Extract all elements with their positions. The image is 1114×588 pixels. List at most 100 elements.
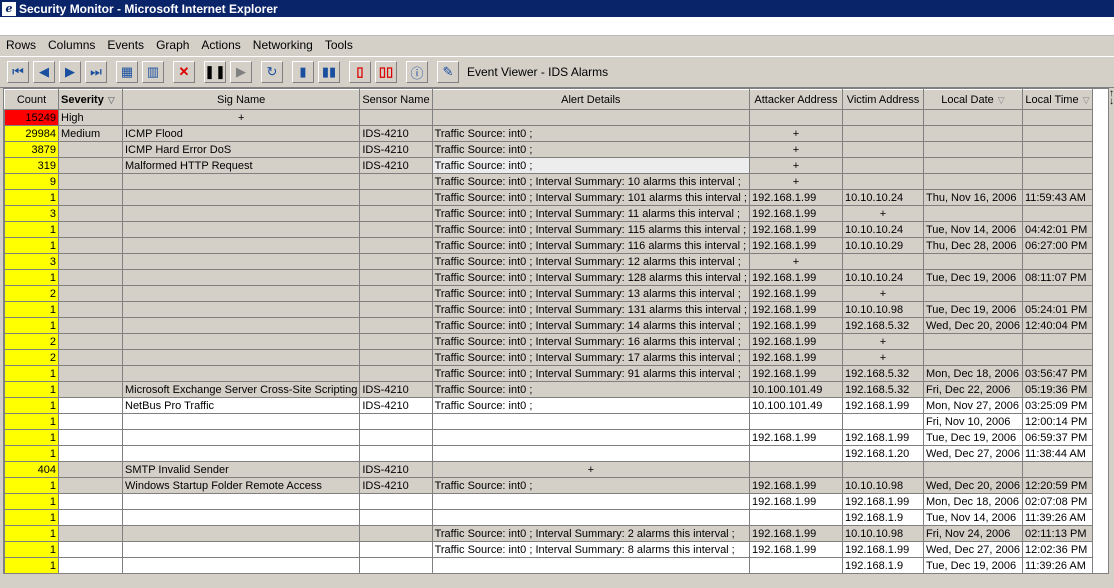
graph-color-button[interactable]: ▯▯ — [375, 61, 397, 83]
table-row[interactable]: 1 Traffic Source: int0 ; Interval Summary… — [4, 525, 1093, 542]
cell-count: 1 — [4, 381, 59, 398]
table-row[interactable]: 1 Windows Startup Folder Remote Access IDS… — [4, 477, 1093, 494]
table-row[interactable]: 1 192.168.1.20 Wed, Dec 27, 2006 11:38:44 A… — [4, 445, 1093, 462]
cell-victim-address — [841, 125, 924, 142]
table-row[interactable]: 3879 ICMP Hard Error DoS IDS-4210 Traffic S… — [4, 141, 1093, 158]
col-local-time[interactable]: Local Time ▽ — [1021, 89, 1093, 110]
cell-severity — [58, 317, 123, 334]
prev-button[interactable]: ◀ — [33, 61, 55, 83]
table-row[interactable]: 1 192.168.1.9 Tue, Dec 19, 2006 11:39:26 AM — [4, 557, 1093, 573]
cell-severity — [58, 493, 123, 510]
col-sensor-name[interactable]: Sensor Name — [359, 89, 433, 110]
play-button[interactable]: ▶ — [230, 61, 252, 83]
cell-local-time: 11:39:26 AM — [1021, 509, 1093, 526]
table-row[interactable]: 1 Fri, Nov 10, 2006 12:00:14 PM — [4, 413, 1093, 430]
pause-icon: ❚❚ — [204, 64, 226, 79]
table-row[interactable]: 1 192.168.1.99 192.168.1.99 Mon, Dec 18, 20… — [4, 493, 1093, 510]
next-button[interactable]: ▶ — [59, 61, 81, 83]
cell-alert-details — [431, 445, 750, 462]
table-row[interactable]: 3 Traffic Source: int0 ; Interval Summary… — [4, 205, 1093, 222]
cell-local-date — [922, 141, 1023, 158]
cell-sig-name — [121, 509, 361, 526]
graph-button[interactable]: ▯ — [349, 61, 371, 83]
col-severity[interactable]: Severity ▽ — [58, 89, 123, 110]
pause-button[interactable]: ❚❚ — [204, 61, 226, 83]
table-row[interactable]: 1 Traffic Source: int0 ; Interval Summary… — [4, 541, 1093, 558]
menu-rows[interactable]: Rows — [0, 38, 42, 52]
edit-button[interactable]: ✎ — [437, 61, 459, 83]
col-alert-details[interactable]: Alert Details — [431, 89, 750, 110]
cell-alert-details: Traffic Source: int0 ; — [431, 141, 750, 158]
menu-actions[interactable]: Actions — [195, 38, 246, 52]
table-row[interactable]: 1 NetBus Pro Traffic IDS-4210 Traffic Sourc… — [4, 397, 1093, 414]
col-victim-address[interactable]: Victim Address — [841, 89, 924, 110]
table-row[interactable]: 29984 Medium ICMP Flood IDS-4210 Traffic Sou… — [4, 125, 1093, 142]
alarm-grid[interactable]: Count Severity ▽ Sig Name Sensor Name Ale… — [3, 88, 1109, 574]
scroll-arrows-icon[interactable]: ↑ ↓ — [1109, 89, 1114, 107]
cell-sensor-name — [359, 189, 433, 206]
menu-events[interactable]: Events — [101, 38, 150, 52]
table-row[interactable]: 404 SMTP Invalid Sender IDS-4210 + — [4, 461, 1093, 478]
table-row[interactable]: 1 192.168.1.99 192.168.1.99 Tue, Dec 19, 20… — [4, 429, 1093, 446]
cell-attacker-address — [748, 509, 843, 526]
table-row[interactable]: 1 Traffic Source: int0 ; Interval Summary… — [4, 317, 1093, 334]
menu-graph[interactable]: Graph — [150, 38, 195, 52]
cell-sensor-name: IDS-4210 — [359, 461, 433, 478]
info-button[interactable]: ⓘ — [406, 61, 428, 83]
delete-button[interactable]: ✕ — [173, 61, 195, 83]
col-sig-name[interactable]: Sig Name — [121, 89, 361, 110]
table-row[interactable]: 319 Malformed HTTP Request IDS-4210 Traffic… — [4, 157, 1093, 174]
cell-count: 29984 — [4, 125, 59, 142]
table-button[interactable]: ▦ — [116, 61, 138, 83]
menu-networking[interactable]: Networking — [247, 38, 319, 52]
sort-icon: ▽ — [107, 94, 115, 105]
horizontal-scrollbar[interactable] — [3, 573, 1107, 586]
cell-victim-address: 10.10.10.98 — [841, 525, 924, 542]
cell-attacker-address: 192.168.1.99 — [748, 493, 843, 510]
cell-count: 1 — [4, 557, 59, 573]
table-row[interactable]: 1 Microsoft Exchange Server Cross-Site Sc… — [4, 381, 1093, 398]
cell-severity — [58, 397, 123, 414]
columns-button[interactable]: ▥ — [142, 61, 164, 83]
table-row[interactable]: 1 Traffic Source: int0 ; Interval Summary… — [4, 365, 1093, 382]
table-row[interactable]: 2 Traffic Source: int0 ; Interval Summary… — [4, 333, 1093, 350]
table-row[interactable]: 1 Traffic Source: int0 ; Interval Summary… — [4, 301, 1093, 318]
cell-severity — [58, 157, 123, 174]
cell-sig-name — [121, 189, 361, 206]
col-attacker-address[interactable]: Attacker Address — [748, 89, 843, 110]
cell-local-date: Wed, Dec 27, 2006 — [922, 445, 1023, 462]
table-row[interactable]: 15249 High + — [4, 109, 1093, 126]
cell-alert-details: + — [431, 461, 750, 478]
table-row[interactable]: 1 Traffic Source: int0 ; Interval Summary… — [4, 237, 1093, 254]
cell-local-date: Fri, Nov 10, 2006 — [922, 413, 1023, 430]
table-row[interactable]: 9 Traffic Source: int0 ; Interval Summary… — [4, 173, 1093, 190]
col-local-date[interactable]: Local Date ▽ — [922, 89, 1023, 110]
cell-sig-name — [121, 525, 361, 542]
cell-local-time: 05:24:01 PM — [1021, 301, 1093, 318]
table-row[interactable]: 1 Traffic Source: int0 ; Interval Summary… — [4, 189, 1093, 206]
cell-victim-address: 192.168.1.99 — [841, 541, 924, 558]
menu-columns[interactable]: Columns — [42, 38, 101, 52]
cell-local-time — [1021, 173, 1093, 190]
bar-chart-button[interactable]: ▮▮ — [318, 61, 340, 83]
cell-victim-address — [841, 157, 924, 174]
cell-local-date — [922, 461, 1023, 478]
refresh-button[interactable]: ↻ — [261, 61, 283, 83]
chart-button[interactable]: ▮ — [292, 61, 314, 83]
col-count[interactable]: Count — [4, 89, 59, 110]
cell-severity — [58, 509, 123, 526]
table-row[interactable]: 2 Traffic Source: int0 ; Interval Summary… — [4, 349, 1093, 366]
table-row[interactable]: 1 Traffic Source: int0 ; Interval Summary… — [4, 269, 1093, 286]
table-row[interactable]: 1 192.168.1.9 Tue, Nov 14, 2006 11:39:26 AM — [4, 509, 1093, 526]
cell-severity: Medium — [58, 125, 123, 142]
cell-count: 3 — [4, 253, 59, 270]
first-button[interactable]: ⏮ — [7, 61, 29, 83]
menu-tools[interactable]: Tools — [319, 38, 359, 52]
table-row[interactable]: 2 Traffic Source: int0 ; Interval Summary… — [4, 285, 1093, 302]
cell-victim-address: 10.10.10.98 — [841, 477, 924, 494]
last-button[interactable]: ⏭ — [85, 61, 107, 83]
table-row[interactable]: 3 Traffic Source: int0 ; Interval Summary… — [4, 253, 1093, 270]
cell-local-date: Fri, Nov 24, 2006 — [922, 525, 1023, 542]
table-row[interactable]: 1 Traffic Source: int0 ; Interval Summary… — [4, 221, 1093, 238]
cell-victim-address: 10.10.10.24 — [841, 269, 924, 286]
